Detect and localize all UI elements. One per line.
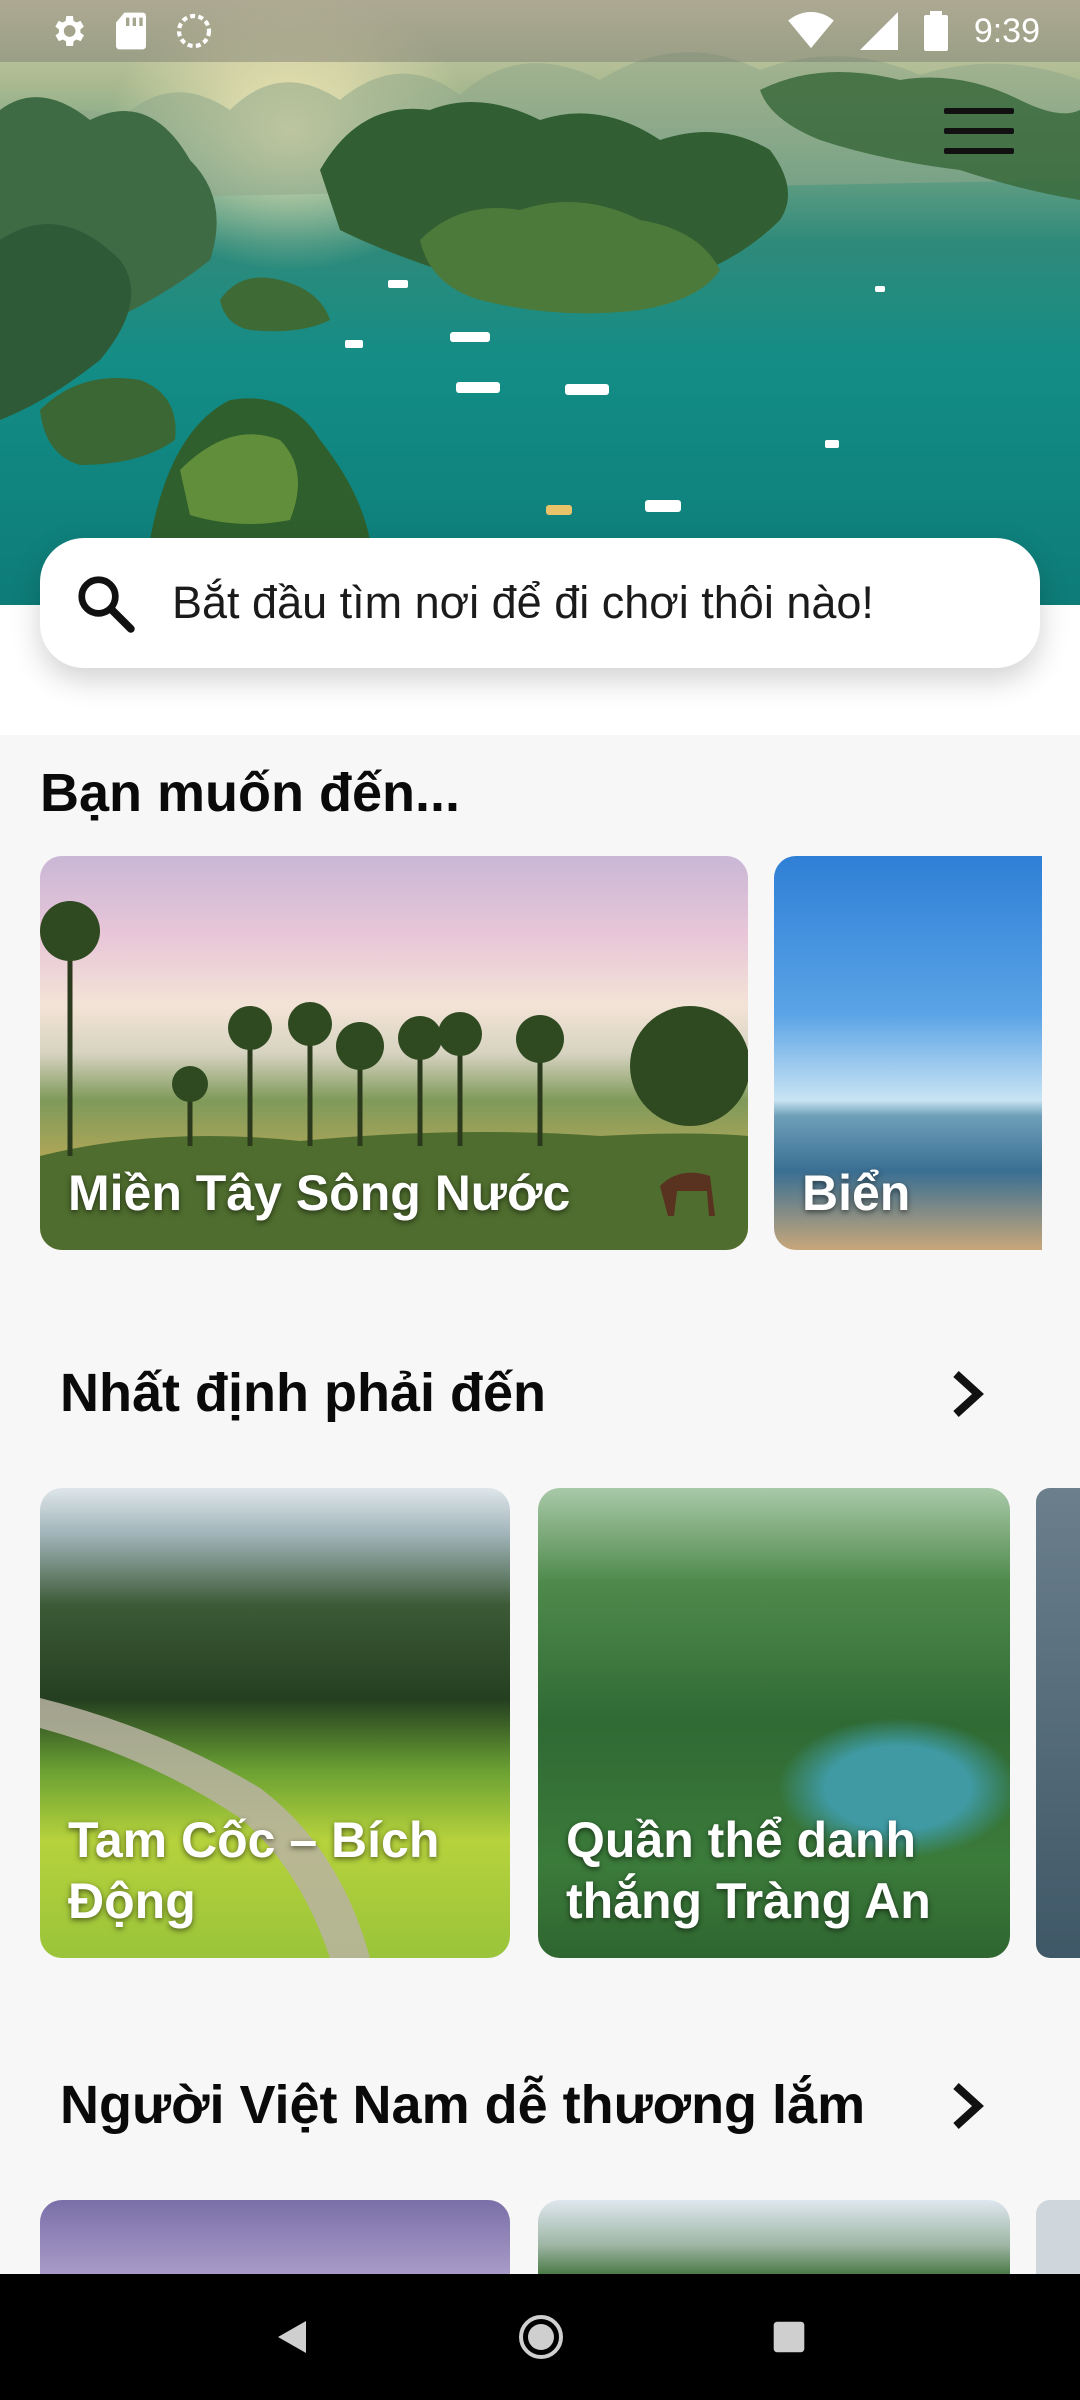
category-card-label: Biển <box>802 1165 911 1221</box>
category-card-label: Miền Tây Sông Nước <box>68 1165 571 1221</box>
place-card-label: Quần thể danh thắng Tràng An <box>566 1812 931 1929</box>
hamburger-menu-icon <box>944 108 1014 114</box>
place-card-tam-coc[interactable]: Tam Cốc – Bích Động <box>40 1488 510 1958</box>
chevron-right-icon[interactable] <box>948 1368 988 1420</box>
signal-icon <box>859 12 898 50</box>
search-icon <box>78 576 135 633</box>
home-icon[interactable] <box>517 2313 565 2361</box>
wifi-icon <box>788 12 834 49</box>
place-card-label: Tam Cốc – Bích Động <box>68 1812 440 1929</box>
search-placeholder: Bắt đầu tìm nơi để đi chơi thôi nào! <box>172 577 874 628</box>
people-card-next[interactable] <box>1036 2200 1080 2274</box>
back-icon[interactable] <box>274 2317 310 2357</box>
recents-icon[interactable] <box>772 2320 806 2354</box>
people-card-1[interactable] <box>40 2200 510 2274</box>
settings-icon <box>55 16 84 46</box>
people-card-2[interactable] <box>538 2200 1010 2274</box>
status-time: 9:39 <box>973 11 1040 50</box>
menu-button[interactable] <box>944 108 1014 154</box>
ha-long-bay-illustration <box>0 52 1080 560</box>
place-card-next[interactable] <box>1036 1488 1080 1958</box>
hamburger-line <box>944 148 1014 154</box>
sync-icon <box>176 13 212 49</box>
chevron-right-icon[interactable] <box>948 2080 988 2132</box>
section-title-must-visit: Nhất định phải đến <box>60 1363 546 1423</box>
sd-card-icon <box>116 12 146 50</box>
system-nav-bar <box>0 2274 1080 2400</box>
place-card-trang-an[interactable]: Quần thể danh thắng Tràng An <box>538 1488 1010 1958</box>
section-title-categories: Bạn muốn đến... <box>40 763 461 823</box>
search-bar[interactable]: Bắt đầu tìm nơi để đi chơi thôi nào! <box>40 538 1040 668</box>
status-bar: 9:39 <box>0 0 1080 62</box>
hamburger-line <box>944 128 1014 134</box>
hero-image: 9:39 <box>0 0 1080 605</box>
category-card-bien[interactable]: Biển <box>774 856 1042 1250</box>
category-card-mien-tay[interactable]: Miền Tây Sông Nước <box>40 856 748 1250</box>
section-title-people: Người Việt Nam dễ thương lắm <box>60 2075 866 2135</box>
battery-icon <box>923 11 948 51</box>
